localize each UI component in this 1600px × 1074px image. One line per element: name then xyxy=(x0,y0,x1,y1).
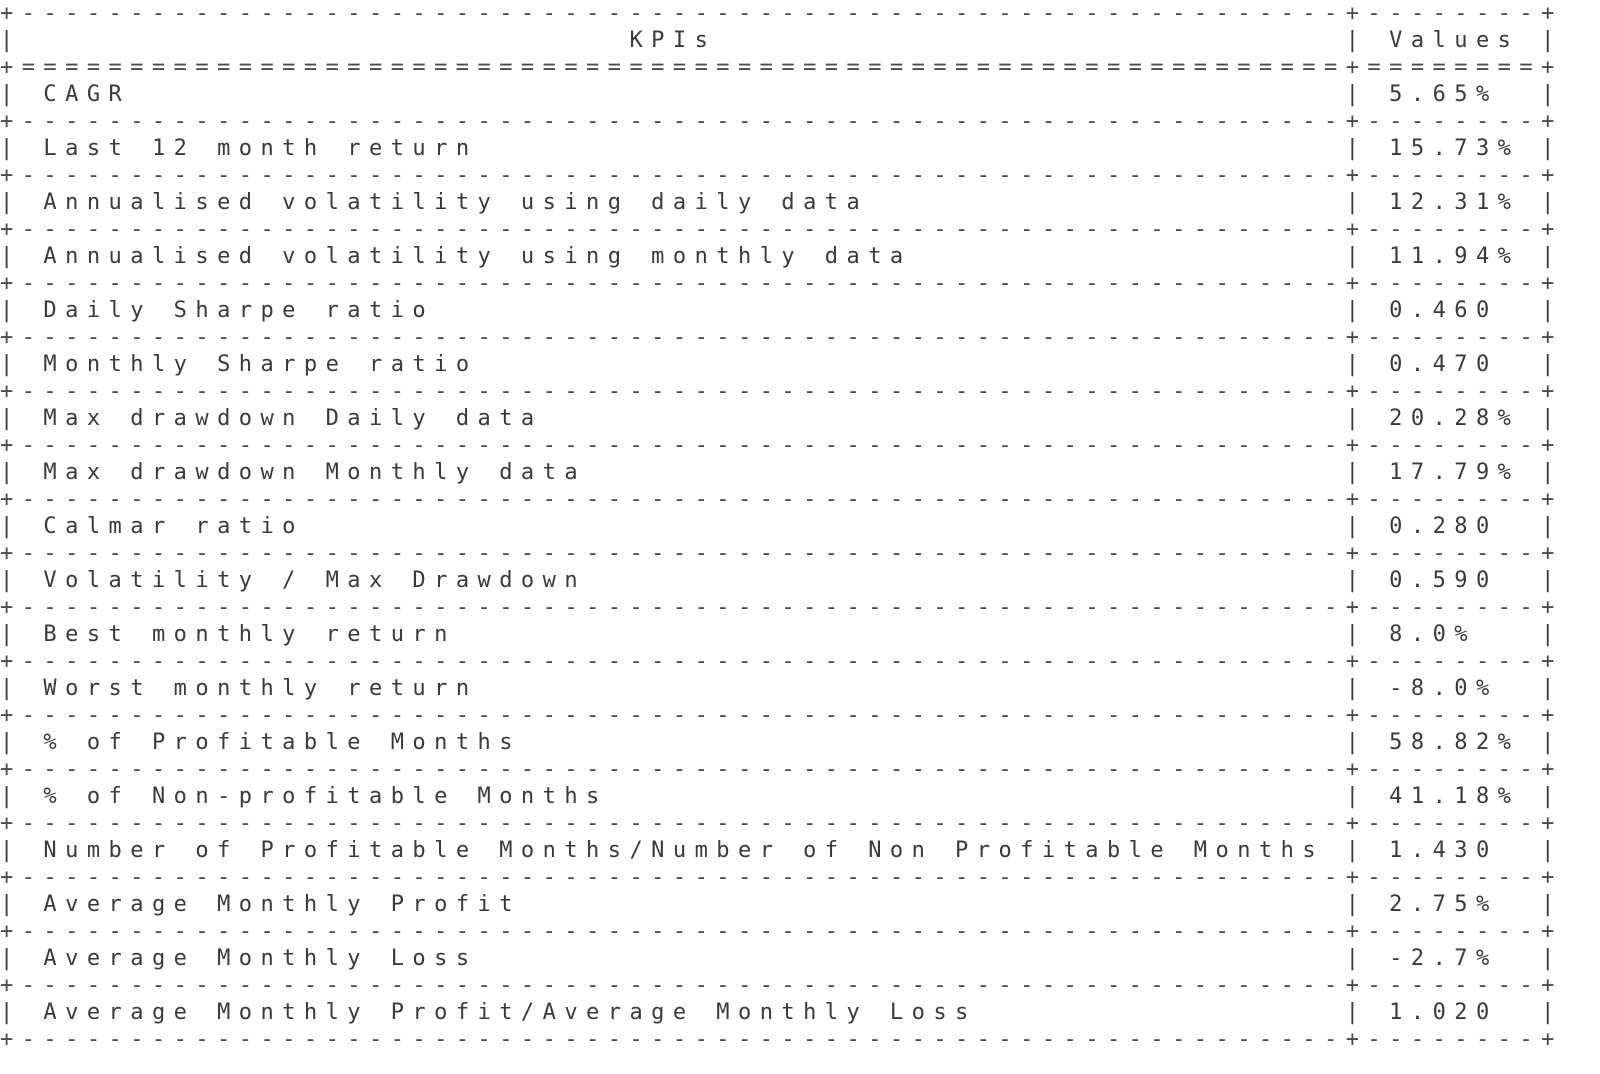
kpi-value: -2.7% xyxy=(1389,946,1498,971)
table-row: | Number of Profitable Months/Number of … xyxy=(0,838,1563,863)
kpi-value: 58.82% xyxy=(1389,730,1520,755)
table-row: | Average Monthly Profit | 2.75% | xyxy=(0,892,1563,917)
row-divider: +---------------------------------------… xyxy=(0,919,1563,944)
row-divider: +---------------------------------------… xyxy=(0,811,1563,836)
kpi-label: Average Monthly Loss xyxy=(43,946,478,971)
kpi-value: 1.430 xyxy=(1389,838,1498,863)
row-divider: +---------------------------------------… xyxy=(0,217,1563,242)
row-divider: +---------------------------------------… xyxy=(0,379,1563,404)
kpi-label: Last 12 month return xyxy=(43,136,478,161)
kpi-value: 12.31% xyxy=(1389,190,1520,215)
table-row: | Best monthly return | 8.0% | xyxy=(0,622,1563,647)
kpi-value: 2.75% xyxy=(1389,892,1498,917)
header-separator: +=======================================… xyxy=(0,55,1563,80)
kpi-value: 1.020 xyxy=(1389,1000,1498,1025)
kpi-value: 8.0% xyxy=(1389,622,1476,647)
row-divider: +---------------------------------------… xyxy=(0,757,1563,782)
row-divider: +---------------------------------------… xyxy=(0,1027,1563,1052)
kpi-value: -8.0% xyxy=(1389,676,1498,701)
kpi-value: 17.79% xyxy=(1389,460,1520,485)
kpi-label: % of Non-profitable Months xyxy=(43,784,608,809)
table-row: | Calmar ratio | 0.280 | xyxy=(0,514,1563,539)
kpi-label: Max drawdown Monthly data xyxy=(43,460,587,485)
kpi-label: Annualised volatility using daily data xyxy=(43,190,869,215)
row-divider: +---------------------------------------… xyxy=(0,595,1563,620)
kpi-value: 0.590 xyxy=(1389,568,1498,593)
row-divider: +---------------------------------------… xyxy=(0,271,1563,296)
kpi-label: Average Monthly Profit/Average Monthly L… xyxy=(43,1000,977,1025)
row-divider: +---------------------------------------… xyxy=(0,433,1563,458)
kpi-label: Daily Sharpe ratio xyxy=(43,298,435,323)
kpi-label: Annualised volatility using monthly data xyxy=(43,244,912,269)
kpi-label: Volatility / Max Drawdown xyxy=(43,568,587,593)
row-divider: +---------------------------------------… xyxy=(0,973,1563,998)
kpi-value: 41.18% xyxy=(1389,784,1520,809)
row-divider: +---------------------------------------… xyxy=(0,649,1563,674)
kpi-label: Number of Profitable Months/Number of No… xyxy=(43,838,1325,863)
table-row: | Worst monthly return | -8.0% | xyxy=(0,676,1563,701)
kpi-label: Monthly Sharpe ratio xyxy=(43,352,478,377)
table-row: | Average Monthly Profit/Average Monthly… xyxy=(0,1000,1563,1025)
header-values: Values xyxy=(1389,28,1520,53)
kpi-value: 0.460 xyxy=(1389,298,1498,323)
kpi-label: Average Monthly Profit xyxy=(43,892,521,917)
table-row: | Volatility / Max Drawdown | 0.590 | xyxy=(0,568,1563,593)
kpi-label: CAGR xyxy=(43,82,131,107)
kpi-value: 20.28% xyxy=(1389,406,1520,431)
table-row: | Daily Sharpe ratio | 0.460 | xyxy=(0,298,1563,323)
kpi-value: 0.280 xyxy=(1389,514,1498,539)
table-row: | % of Profitable Months | 58.82% | xyxy=(0,730,1563,755)
header-kpis: KPIs xyxy=(629,28,717,53)
row-divider: +---------------------------------------… xyxy=(0,109,1563,134)
kpi-table: +---------------------------------------… xyxy=(0,0,1563,1053)
kpi-label: Best monthly return xyxy=(43,622,456,647)
row-divider: +---------------------------------------… xyxy=(0,163,1563,188)
kpi-label: Worst monthly return xyxy=(43,676,478,701)
table-row: | Annualised volatility using monthly da… xyxy=(0,244,1563,269)
row-divider: +---------------------------------------… xyxy=(0,865,1563,890)
table-row: | Average Monthly Loss | -2.7% | xyxy=(0,946,1563,971)
table-header: | KPIs | Values | xyxy=(0,28,1563,53)
kpi-value: 11.94% xyxy=(1389,244,1520,269)
row-divider: +---------------------------------------… xyxy=(0,541,1563,566)
table-row: | Last 12 month return | 15.73% | xyxy=(0,136,1563,161)
row-divider: +---------------------------------------… xyxy=(0,487,1563,512)
table-row: | % of Non-profitable Months | 41.18% | xyxy=(0,784,1563,809)
table-row: | Max drawdown Monthly data | 17.79% | xyxy=(0,460,1563,485)
kpi-value: 0.470 xyxy=(1389,352,1498,377)
kpi-label: % of Profitable Months xyxy=(43,730,521,755)
row-divider: +---------------------------------------… xyxy=(0,1,1563,26)
table-row: | CAGR | 5.65% | xyxy=(0,82,1563,107)
table-row: | Annualised volatility using daily data… xyxy=(0,190,1563,215)
row-divider: +---------------------------------------… xyxy=(0,325,1563,350)
kpi-label: Calmar ratio xyxy=(43,514,304,539)
kpi-value: 5.65% xyxy=(1389,82,1498,107)
kpi-value: 15.73% xyxy=(1389,136,1520,161)
table-row: | Max drawdown Daily data | 20.28% | xyxy=(0,406,1563,431)
kpi-label: Max drawdown Daily data xyxy=(43,406,543,431)
table-row: | Monthly Sharpe ratio | 0.470 | xyxy=(0,352,1563,377)
row-divider: +---------------------------------------… xyxy=(0,703,1563,728)
